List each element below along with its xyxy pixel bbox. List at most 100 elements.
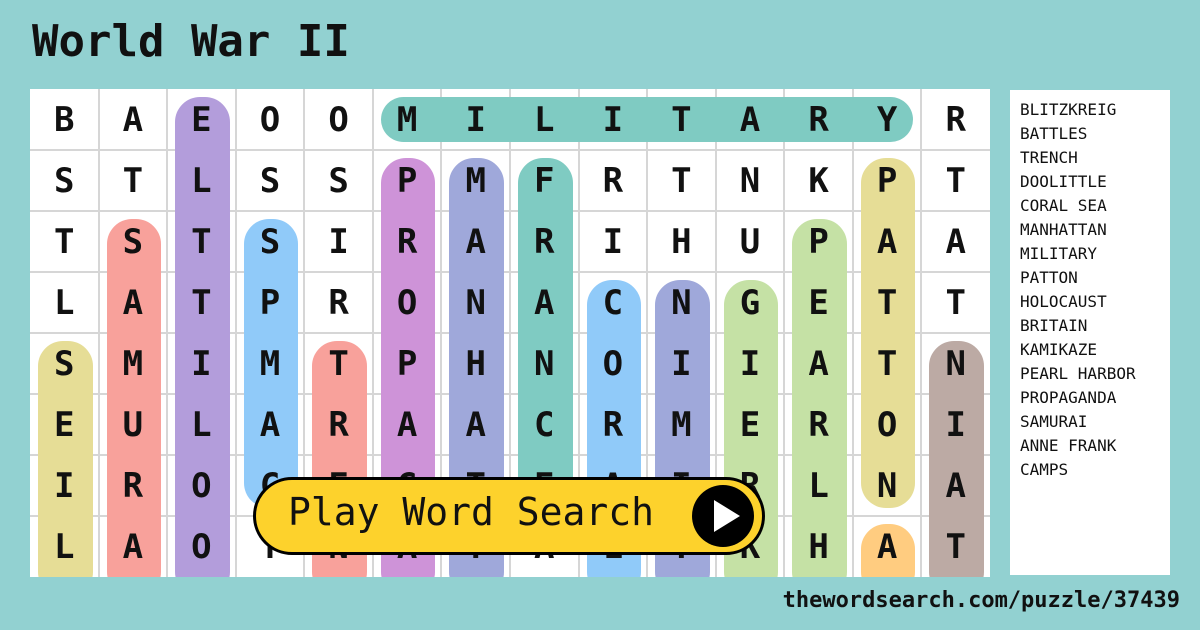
grid-cell[interactable]: I [167,333,236,394]
grid-cell[interactable]: A [853,211,922,272]
grid-cell[interactable]: L [30,272,99,333]
grid-cell[interactable]: I [716,333,785,394]
grid-cell[interactable]: T [921,272,990,333]
grid-cell[interactable]: I [441,89,510,150]
grid-cell[interactable]: E [784,272,853,333]
grid-cell[interactable]: I [304,211,373,272]
grid-cell[interactable]: M [99,333,168,394]
grid-cell[interactable]: I [579,211,648,272]
grid-cell[interactable]: A [853,516,922,577]
grid-cell[interactable]: A [716,89,785,150]
grid-cell[interactable]: U [716,211,785,272]
play-word-search-button[interactable]: Play Word Search [253,477,765,555]
grid-cell[interactable]: O [167,455,236,516]
grid-cell[interactable]: L [510,89,579,150]
grid-cell[interactable]: T [167,211,236,272]
grid-cell[interactable]: A [99,516,168,577]
grid-cell[interactable]: R [784,394,853,455]
grid-cell[interactable]: M [373,89,442,150]
grid-cell[interactable]: T [921,516,990,577]
grid-cell[interactable]: O [579,333,648,394]
word-list-item: CORAL SEA [1020,196,1107,215]
grid-cell[interactable]: P [784,211,853,272]
grid-cell[interactable]: P [853,150,922,211]
grid-cell[interactable]: A [510,272,579,333]
grid-cell[interactable]: T [853,333,922,394]
word-list-item: ANNE FRANK [1020,436,1117,455]
grid-cell[interactable]: E [716,394,785,455]
grid-cell[interactable]: A [784,333,853,394]
grid-cell[interactable]: N [510,333,579,394]
grid-cell[interactable]: L [784,455,853,516]
grid-cell[interactable]: C [510,394,579,455]
grid-cell[interactable]: A [921,211,990,272]
grid-cell[interactable]: A [99,272,168,333]
grid-cell[interactable]: T [30,211,99,272]
grid-cell[interactable]: R [784,89,853,150]
grid-cell[interactable]: A [921,455,990,516]
grid-cell[interactable]: A [441,394,510,455]
grid-cell[interactable]: R [304,272,373,333]
grid-cell[interactable]: L [167,150,236,211]
grid-cell[interactable]: R [373,211,442,272]
grid-cell[interactable]: S [236,150,305,211]
puzzle-url[interactable]: thewordsearch.com/puzzle/37439 [783,588,1180,613]
grid-cell[interactable]: T [99,150,168,211]
grid-cell[interactable]: T [647,89,716,150]
grid-cell[interactable]: I [30,455,99,516]
grid-cell[interactable]: R [510,211,579,272]
grid-cell[interactable]: S [304,150,373,211]
grid-cell[interactable]: B [30,89,99,150]
grid-cell[interactable]: G [716,272,785,333]
grid-cell[interactable]: I [647,333,716,394]
grid-cell[interactable]: O [167,516,236,577]
grid-cell[interactable]: N [441,272,510,333]
grid-cell[interactable]: A [373,394,442,455]
grid-cell[interactable]: T [304,333,373,394]
grid-cell[interactable]: A [236,394,305,455]
grid-cell[interactable]: E [30,394,99,455]
grid-cell[interactable]: O [236,89,305,150]
grid-cell[interactable]: U [99,394,168,455]
grid-cell[interactable]: F [510,150,579,211]
grid-cell[interactable]: M [647,394,716,455]
grid-cell[interactable]: M [236,333,305,394]
grid-cell[interactable]: O [853,394,922,455]
grid-cell[interactable]: P [373,150,442,211]
grid-cell[interactable]: R [99,455,168,516]
grid-cell[interactable]: K [784,150,853,211]
grid-cell[interactable]: R [579,394,648,455]
grid-cell[interactable]: S [30,150,99,211]
grid-cell[interactable]: Y [853,89,922,150]
grid-cell[interactable]: H [441,333,510,394]
grid-cell[interactable]: A [441,211,510,272]
grid-cell[interactable]: L [167,394,236,455]
grid-cell[interactable]: S [99,211,168,272]
grid-cell[interactable]: H [784,516,853,577]
grid-cell[interactable]: C [579,272,648,333]
grid-cell[interactable]: N [921,333,990,394]
grid-cell[interactable]: P [236,272,305,333]
grid-cell[interactable]: R [579,150,648,211]
grid-cell[interactable]: T [647,150,716,211]
grid-cell[interactable]: S [236,211,305,272]
grid-cell[interactable]: O [373,272,442,333]
grid-cell[interactable]: T [167,272,236,333]
grid-cell[interactable]: L [30,516,99,577]
grid-cell[interactable]: E [167,89,236,150]
grid-cell[interactable]: O [304,89,373,150]
grid-cell[interactable]: T [853,272,922,333]
grid-cell[interactable]: R [921,89,990,150]
grid-cell[interactable]: M [441,150,510,211]
grid-cell[interactable]: I [921,394,990,455]
grid-cell[interactable]: N [647,272,716,333]
grid-cell[interactable]: A [99,89,168,150]
grid-cell[interactable]: H [647,211,716,272]
grid-cell[interactable]: I [579,89,648,150]
grid-cell[interactable]: N [716,150,785,211]
grid-cell[interactable]: T [921,150,990,211]
grid-cell[interactable]: R [304,394,373,455]
grid-cell[interactable]: S [30,333,99,394]
grid-cell[interactable]: P [373,333,442,394]
grid-cell[interactable]: N [853,455,922,516]
